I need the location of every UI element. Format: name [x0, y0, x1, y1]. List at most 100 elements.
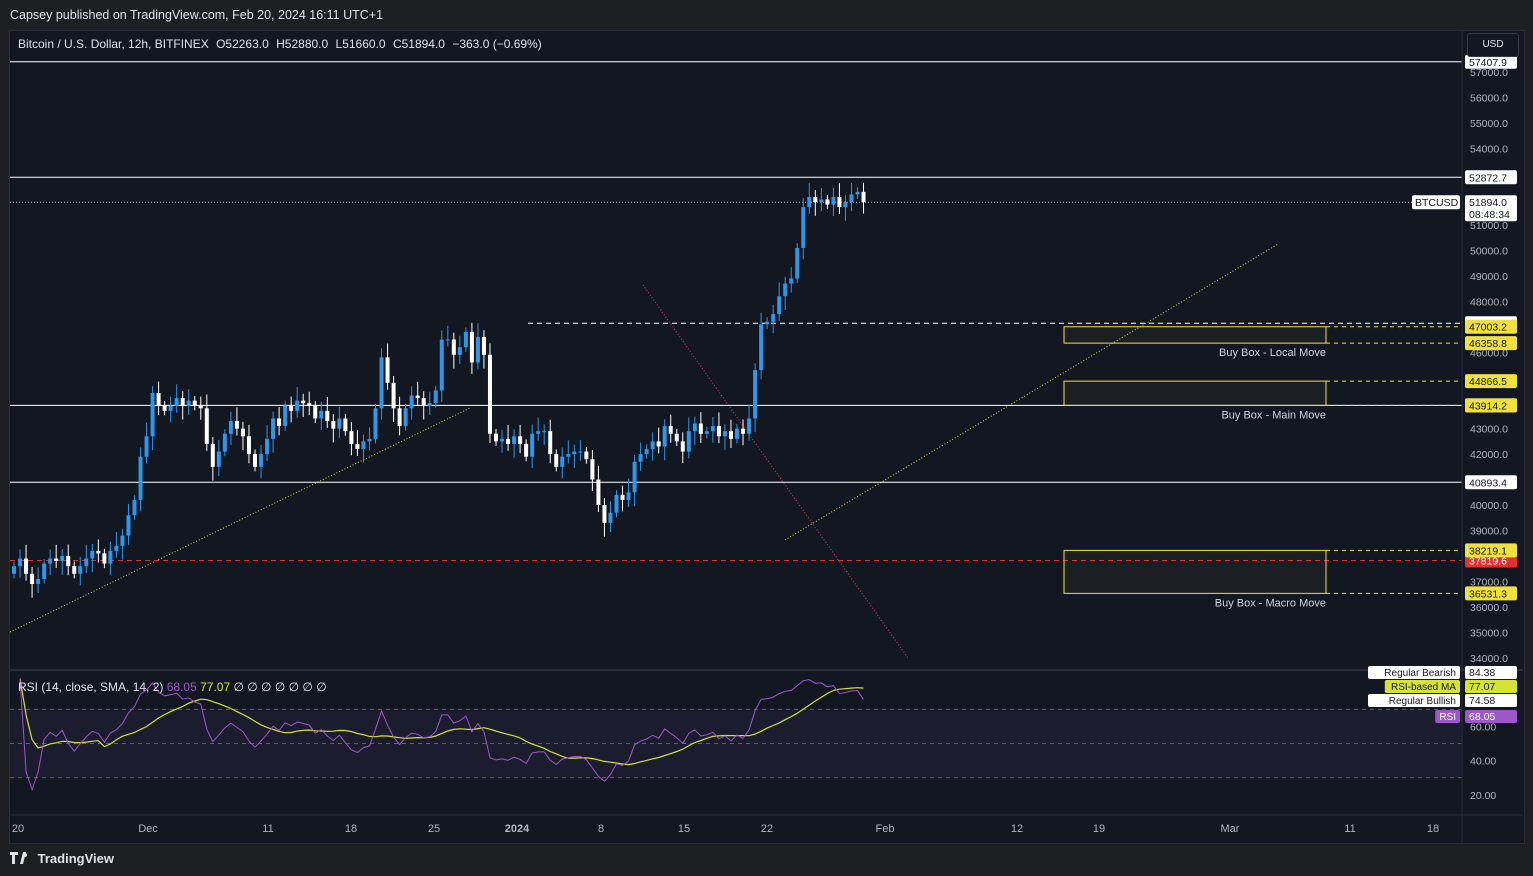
rsi-tick-label: 40.00: [1470, 756, 1496, 768]
candle-body: [698, 423, 703, 434]
rsi-tick-label: 60.00: [1470, 721, 1496, 733]
candle-body: [849, 194, 854, 203]
trendline-falling: [642, 284, 909, 659]
time-tick-label: 18: [345, 823, 357, 835]
candle-body: [150, 393, 155, 437]
buy-box-label: Buy Box - Local Move: [1219, 347, 1326, 359]
rsi-marker-value: 77.07: [1469, 681, 1495, 693]
candle-body: [518, 436, 523, 444]
time-tick-label: 2024: [505, 823, 530, 835]
buy-level-label: 46358.8: [1469, 338, 1507, 350]
buy-level-label: 44866.5: [1469, 376, 1507, 388]
candle-body: [301, 400, 306, 404]
candle-body: [728, 431, 733, 439]
buy-box: [1063, 326, 1327, 344]
candle-body: [391, 382, 396, 409]
rsi-marker-value: 84.38: [1469, 667, 1495, 679]
price-tick-label: 55000.0: [1470, 118, 1508, 130]
candle-body: [481, 336, 486, 355]
candle-body: [313, 405, 318, 419]
candle-body: [42, 563, 47, 579]
candle-body: [668, 426, 673, 434]
rsi-legend[interactable]: RSI (14, close, SMA, 14, 2) 68.05 77.07 …: [18, 680, 327, 694]
candle-body: [843, 202, 848, 208]
candle-body: [415, 395, 420, 399]
candle-body: [747, 418, 752, 434]
price-tick-label: 43000.0: [1470, 424, 1508, 436]
candle-body: [156, 393, 161, 406]
candle-body: [692, 423, 697, 432]
open-value: O52263.0: [216, 37, 269, 51]
candle-body: [174, 398, 179, 406]
rsi-placeholders: ∅ ∅ ∅ ∅ ∅ ∅ ∅: [233, 680, 327, 694]
candle-body: [487, 354, 492, 434]
candle-body: [783, 283, 788, 297]
buy-level-label: 47003.2: [1469, 322, 1507, 334]
time-tick-label: Dec: [138, 823, 158, 835]
candle-body: [66, 555, 71, 567]
price-line-label: 57407.9: [1469, 57, 1507, 69]
candle-body: [716, 426, 721, 437]
symbol-legend[interactable]: Bitcoin / U.S. Dollar, 12h, BITFINEX O52…: [18, 37, 546, 51]
candle-body: [240, 428, 245, 437]
time-tick-label: 20: [12, 823, 24, 835]
price-tick-label: 40000.0: [1470, 500, 1508, 512]
candle-body: [180, 398, 185, 406]
price-tick-label: 42000.0: [1470, 449, 1508, 461]
candle-body: [602, 505, 607, 523]
candle-body: [234, 421, 239, 429]
candle-body: [54, 558, 59, 562]
rsi-marker-tag: Regular Bullish: [1389, 696, 1456, 707]
candle-body: [626, 492, 631, 500]
price-tick-label: 35000.0: [1470, 627, 1508, 639]
candle-body: [253, 454, 257, 467]
price-tick-label: 54000.0: [1470, 144, 1508, 156]
buy-level-label: 36531.3: [1469, 588, 1507, 600]
candle-body: [463, 331, 468, 348]
candle-body: [566, 454, 571, 457]
candle-body: [427, 403, 432, 406]
candle-body: [48, 558, 53, 564]
time-tick-label: 25: [428, 823, 440, 835]
candle-body: [795, 247, 800, 279]
candle-body: [445, 339, 450, 341]
buy-level-label: 38219.1: [1469, 545, 1507, 557]
candle-body: [855, 191, 860, 195]
candle-body: [403, 408, 408, 427]
candle-body: [548, 431, 553, 455]
candle-body: [259, 454, 264, 467]
candle-body: [355, 443, 360, 450]
currency-button[interactable]: USD: [1467, 33, 1519, 57]
candle-body: [138, 456, 143, 500]
candle-body: [837, 196, 842, 208]
candle-body: [421, 398, 426, 406]
candle-body: [608, 512, 613, 523]
candle-body: [771, 314, 776, 322]
change-value: −363.0 (−0.69%): [452, 37, 542, 51]
price-line-label: 52872.7: [1469, 172, 1507, 184]
candle-body: [656, 441, 661, 447]
price-tick-label: 48000.0: [1470, 296, 1508, 308]
candle-body: [620, 494, 625, 500]
price-tick-label: 57000.0: [1470, 67, 1508, 79]
candle-body: [102, 553, 107, 564]
buy-box-label: Buy Box - Macro Move: [1215, 597, 1326, 609]
candle-body: [331, 421, 336, 429]
candle-body: [439, 339, 444, 391]
candle-body: [735, 428, 739, 439]
buy-box: [1063, 549, 1327, 594]
candle-body: [72, 566, 77, 574]
candle-body: [325, 410, 330, 422]
candle-body: [807, 196, 812, 208]
candle-body: [457, 347, 462, 355]
symbol-name: Bitcoin / U.S. Dollar, 12h, BITFINEX: [18, 37, 209, 51]
candle-body: [801, 207, 806, 248]
time-tick-label: 11: [1344, 823, 1355, 835]
candle-body: [319, 410, 324, 419]
footer-brand[interactable]: TradingView: [10, 851, 114, 867]
candle-body: [500, 438, 505, 442]
candle-body: [12, 566, 16, 574]
candle-body: [759, 324, 764, 371]
candle-body: [18, 558, 23, 567]
price-chart[interactable]: Buy Box - Local Move Buy Box - Main Move B…: [0, 0, 1533, 876]
